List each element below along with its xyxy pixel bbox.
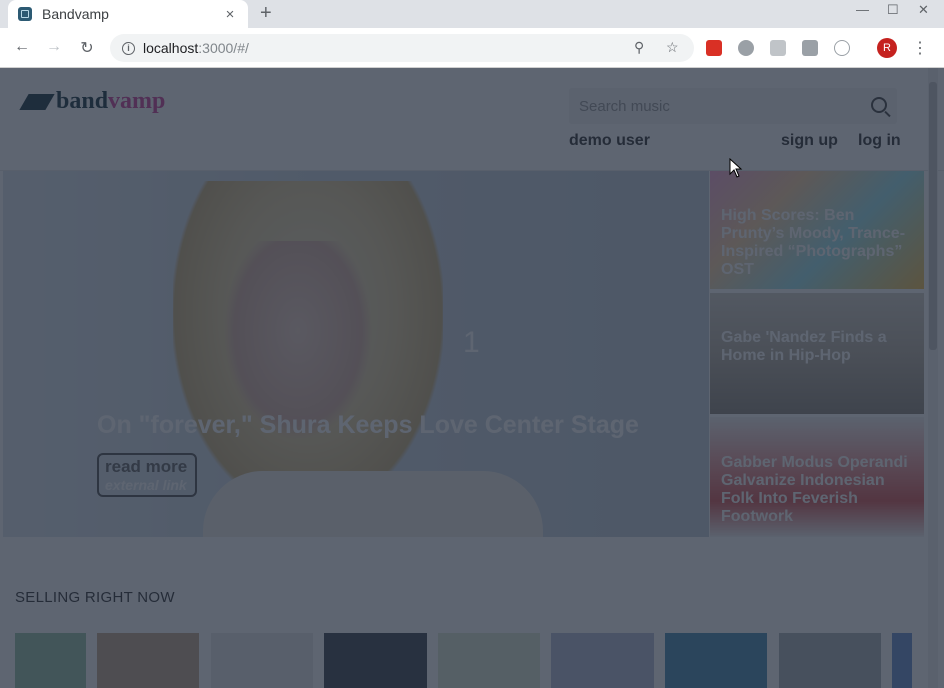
browser-tab-bar: Bandvamp × + — ☐ ✕ [0,0,944,28]
hero-photo-shirt [203,471,543,537]
maximize-icon[interactable]: ☐ [887,2,899,18]
minimize-icon[interactable]: — [856,2,869,17]
bookmark-star-icon[interactable]: ☆ [666,39,679,56]
extension-icon-4[interactable] [802,40,818,56]
extension-icon-2[interactable] [738,40,754,56]
album-cover-6[interactable] [551,633,654,688]
url-host: localhost [143,40,199,56]
search-input[interactable] [569,88,849,124]
back-icon[interactable]: ← [12,38,32,56]
side-story-2[interactable]: Gabe 'Nandez Finds a Home in Hip-Hop [710,293,924,414]
demo-user-link[interactable]: demo user [569,132,650,150]
side-story-title: Gabber Modus Operandi Galvanize Indonesi… [721,454,908,525]
zoom-icon[interactable]: ⚲ [634,39,644,56]
address-bar[interactable]: i localhost :3000/#/ ⚲ ☆ [110,34,694,62]
youtube-extension-icon[interactable] [706,40,722,56]
logo-text-band: band [56,88,109,114]
album-cover-4[interactable] [324,633,427,688]
hero-slide[interactable]: 1 On "forever," Shura Keeps Love Center … [3,171,709,537]
search-icon[interactable] [871,97,887,113]
page-content: band vamp demo user sign up log in 1 On … [0,68,944,688]
album-cover-5[interactable] [438,633,540,688]
search-box [569,88,897,124]
side-story-title: Gabe 'Nandez Finds a Home in Hip-Hop [721,329,887,364]
hero-title: On "forever," Shura Keeps Love Center St… [97,411,639,439]
album-cover-1[interactable] [15,633,86,688]
info-icon[interactable]: i [122,41,135,55]
read-more-button[interactable]: read more external link [97,453,197,497]
reload-icon[interactable]: ↻ [77,38,97,58]
extension-icon-5[interactable] [834,40,850,56]
new-tab-button[interactable]: + [260,2,272,25]
external-link-label: external link [105,477,187,493]
browser-toolbar: ← → ↻ i localhost :3000/#/ ⚲ ☆ R ⋮ [0,28,944,68]
album-cover-7[interactable] [665,633,767,688]
logo-mark-icon [19,93,55,110]
close-window-icon[interactable]: ✕ [918,2,929,18]
url-path: :3000/#/ [198,40,249,56]
bandvamp-logo[interactable]: band vamp [19,88,166,115]
slide-number: 1 [463,326,480,359]
side-story-1[interactable]: High Scores: Ben Prunty’s Moody, Trance-… [710,171,924,289]
browser-tab[interactable]: Bandvamp × [8,0,248,28]
album-cover-8[interactable] [779,633,881,688]
tab-close-icon[interactable]: × [222,6,238,23]
logo-text-vamp: vamp [108,88,166,114]
side-story-title: High Scores: Ben Prunty’s Moody, Trance-… [721,207,906,278]
menu-kebab-icon[interactable]: ⋮ [912,38,928,58]
sign-up-link[interactable]: sign up [781,132,838,150]
album-cover-9[interactable] [892,633,912,688]
album-cover-3[interactable] [211,633,313,688]
forward-icon[interactable]: → [44,38,64,56]
log-in-link[interactable]: log in [858,132,901,150]
read-more-label: read more [105,457,188,476]
album-cover-2[interactable] [97,633,199,688]
scrollbar-thumb[interactable] [929,82,937,350]
profile-avatar[interactable]: R [877,38,897,58]
site-favicon-icon [18,7,32,21]
side-story-3[interactable]: Gabber Modus Operandi Galvanize Indonesi… [710,417,924,537]
tab-title: Bandvamp [42,6,109,22]
extension-icon-3[interactable] [770,40,786,56]
section-title: SELLING RIGHT NOW [15,589,175,606]
